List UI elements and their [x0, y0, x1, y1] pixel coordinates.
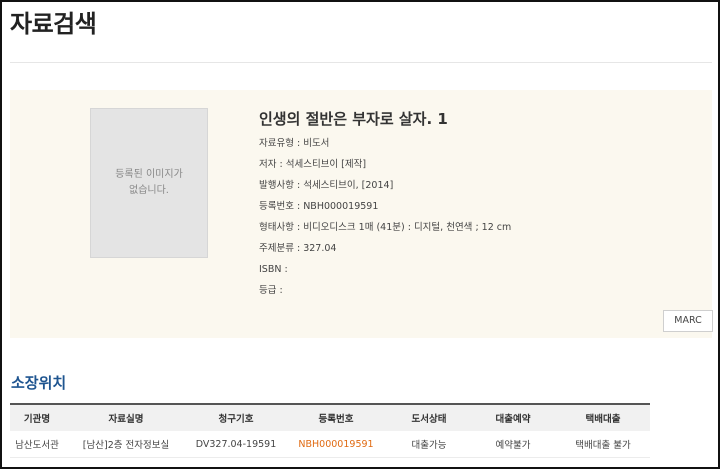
- field-subject-classification: 주제분류 : 327.04: [259, 243, 337, 254]
- field-material-type: 자료유형 : 비도서: [259, 138, 330, 149]
- col-header-institution: 기관명: [10, 403, 64, 431]
- cell-delivery-loan: 택배대출 불가: [556, 431, 650, 458]
- field-author: 저자 : 석세스티브이 [제작]: [259, 159, 367, 170]
- holdings-header-row: 기관명 자료실명 청구기호 등록번호 도서상태 대출예약 택배대출: [10, 403, 650, 431]
- col-header-registration-number: 등록번호: [284, 403, 388, 431]
- page-title: 자료검색: [10, 10, 97, 38]
- field-publication: 발행사항 : 석세스티브이, [2014]: [259, 180, 394, 191]
- book-thumbnail-placeholder: 등록된 이미지가 없습니다.: [90, 108, 208, 258]
- holdings-table: 기관명 자료실명 청구기호 등록번호 도서상태 대출예약 택배대출 남산도서관 …: [10, 403, 650, 458]
- no-image-text: 등록된 이미지가 없습니다.: [115, 169, 183, 196]
- field-isbn: ISBN :: [259, 264, 288, 275]
- col-header-reading-room: 자료실명: [64, 403, 188, 431]
- registration-number-link[interactable]: NBH000019591: [284, 431, 388, 458]
- record-detail-panel: 등록된 이미지가 없습니다. 인생의 절반은 부자로 살자. 1 자료유형 : …: [10, 90, 713, 338]
- cell-reservation: 예약불가: [470, 431, 556, 458]
- cell-call-number: DV327.04-19591: [188, 431, 284, 458]
- field-grade: 등급 :: [259, 285, 283, 296]
- col-header-call-number: 청구기호: [188, 403, 284, 431]
- table-row: 남산도서관 [남산]2층 전자정보실 DV327.04-19591 NBH000…: [10, 431, 650, 458]
- field-registration-number: 등록번호 : NBH000019591: [259, 201, 379, 212]
- cell-reading-room: [남산]2층 전자정보실: [64, 431, 188, 458]
- book-title: 인생의 절반은 부자로 살자. 1: [259, 110, 448, 128]
- col-header-reservation: 대출예약: [470, 403, 556, 431]
- col-header-book-status: 도서상태: [388, 403, 470, 431]
- cell-institution: 남산도서관: [10, 431, 64, 458]
- col-header-delivery-loan: 택배대출: [556, 403, 650, 431]
- field-physical-description: 형태사항 : 비디오디스크 1매 (41분) : 디지털, 천연색 ; 12 c…: [259, 222, 512, 233]
- record-fields: 자료유형 : 비도서 저자 : 석세스티브이 [제작] 발행사항 : 석세스티브…: [259, 133, 511, 301]
- cell-book-status: 대출가능: [388, 431, 470, 458]
- marc-button[interactable]: MARC: [663, 310, 713, 332]
- title-divider: [10, 62, 712, 63]
- holdings-section-title: 소장위치: [11, 374, 67, 392]
